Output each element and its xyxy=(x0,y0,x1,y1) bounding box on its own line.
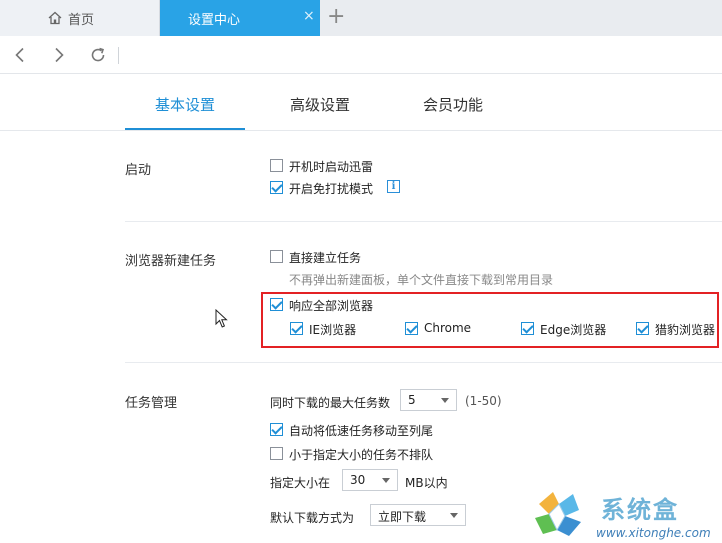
default-mode-value: 立即下载 xyxy=(378,510,427,524)
option-do-not-disturb-label: 开启免打扰模式 xyxy=(289,182,374,196)
info-icon[interactable]: i xyxy=(387,180,400,193)
checkbox-auto-move-slow-tasks[interactable] xyxy=(270,423,283,436)
option-auto-move-slow-tasks-label: 自动将低速任务移动至列尾 xyxy=(289,424,434,438)
address-divider xyxy=(118,47,119,64)
section-divider xyxy=(125,221,722,222)
checkbox-ie-browser[interactable] xyxy=(290,322,303,335)
checkbox-direct-create-task[interactable] xyxy=(270,250,283,263)
watermark-logo-icon xyxy=(535,492,581,536)
checkbox-small-tasks-no-queue[interactable] xyxy=(270,447,283,460)
home-icon xyxy=(48,11,62,25)
option-direct-create-task-label: 直接建立任务 xyxy=(289,251,362,265)
tab-advanced-settings[interactable]: 高级设置 xyxy=(290,94,350,115)
tab-home-label: 首页 xyxy=(68,13,95,28)
max-tasks-value: 5 xyxy=(408,393,416,407)
option-respond-all-browsers-label: 响应全部浏览器 xyxy=(289,299,374,313)
section-label-startup: 启动 xyxy=(125,163,152,178)
back-button[interactable] xyxy=(12,46,30,64)
max-tasks-select[interactable]: 5 xyxy=(400,389,457,411)
new-tab-button[interactable]: + xyxy=(327,4,345,30)
settings-tab-bar: 基本设置 高级设置 会员功能 xyxy=(0,74,722,131)
close-tab-icon[interactable]: × xyxy=(303,8,315,24)
mouse-cursor-icon xyxy=(215,309,228,328)
chevron-down-icon xyxy=(382,478,390,483)
max-tasks-range: (1-50) xyxy=(465,394,502,408)
tab-settings-label: 设置中心 xyxy=(188,13,241,28)
watermark: 系统盒 www.xitonghe.com xyxy=(527,486,722,543)
size-select[interactable]: 30 xyxy=(342,469,398,491)
option-liebao-browser-label: 猎豹浏览器 xyxy=(655,323,716,337)
option-ie-browser-label: IE浏览器 xyxy=(309,323,357,337)
tab-basic-settings[interactable]: 基本设置 xyxy=(155,94,215,115)
section-label-task-management: 任务管理 xyxy=(125,396,178,411)
option-chrome-label: Chrome xyxy=(424,321,472,335)
checkbox-do-not-disturb[interactable] xyxy=(270,181,283,194)
checkbox-liebao-browser[interactable] xyxy=(636,322,649,335)
checkbox-chrome[interactable] xyxy=(405,322,418,335)
size-label: 指定大小在 xyxy=(270,476,331,490)
tab-settings-center[interactable]: 设置中心 × xyxy=(160,0,320,36)
checkbox-launch-on-boot[interactable] xyxy=(270,159,283,172)
refresh-button[interactable] xyxy=(89,46,107,64)
default-mode-select[interactable]: 立即下载 xyxy=(370,504,466,526)
navigation-bar xyxy=(0,36,722,74)
default-mode-label: 默认下载方式为 xyxy=(270,511,355,525)
section-divider xyxy=(125,362,722,363)
option-launch-on-boot-label: 开机时启动迅雷 xyxy=(289,160,374,174)
forward-button[interactable] xyxy=(50,46,68,64)
tab-home[interactable]: 首页 xyxy=(0,0,160,36)
size-unit: MB以内 xyxy=(405,476,448,490)
watermark-title: 系统盒 xyxy=(601,496,679,524)
chevron-down-icon xyxy=(450,513,458,518)
browser-tab-strip: 首页 设置中心 × + xyxy=(0,0,722,36)
checkbox-edge-browser[interactable] xyxy=(521,322,534,335)
checkbox-respond-all-browsers[interactable] xyxy=(270,298,283,311)
watermark-url: www.xitonghe.com xyxy=(596,526,711,540)
option-small-tasks-no-queue-label: 小于指定大小的任务不排队 xyxy=(289,448,434,462)
max-tasks-label: 同时下载的最大任务数 xyxy=(270,396,391,410)
option-edge-browser-label: Edge浏览器 xyxy=(540,323,607,337)
active-tab-underline xyxy=(125,128,245,130)
direct-task-hint: 不再弹出新建面板，单个文件直接下载到常用目录 xyxy=(289,273,554,287)
chevron-down-icon xyxy=(441,398,449,403)
size-value: 30 xyxy=(350,473,366,487)
tab-member-features[interactable]: 会员功能 xyxy=(423,94,483,115)
section-label-browser-task: 浏览器新建任务 xyxy=(125,254,217,269)
